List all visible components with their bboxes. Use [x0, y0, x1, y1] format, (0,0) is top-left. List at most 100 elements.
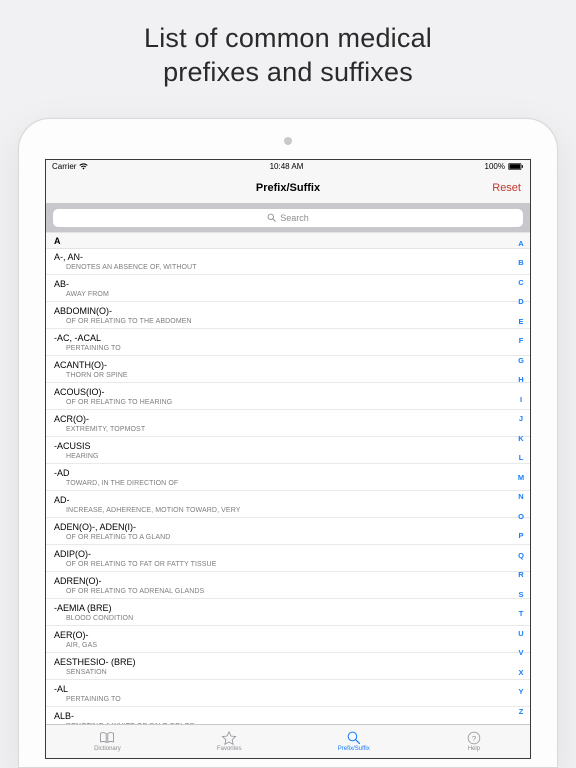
row-term: AER(O)-: [54, 630, 522, 641]
row-definition: DENOTES AN ABSENCE OF, WITHOUT: [66, 264, 522, 272]
battery-pct: 100%: [485, 162, 505, 171]
list-item[interactable]: -ACUSISHEARING: [46, 437, 530, 464]
row-definition: AIR, GAS: [66, 642, 522, 650]
index-letter[interactable]: X: [518, 669, 523, 677]
list-item[interactable]: -ADTOWARD, IN THE DIRECTION OF: [46, 464, 530, 491]
nav-bar: Prefix/Suffix Reset: [46, 174, 530, 204]
row-term: -AL: [54, 684, 522, 695]
search-placeholder: Search: [280, 213, 309, 223]
row-definition: EXTREMITY, TOPMOST: [66, 426, 522, 434]
index-letter[interactable]: Q: [518, 552, 524, 560]
wifi-icon: [79, 163, 88, 170]
search-icon: [346, 731, 362, 745]
index-letter[interactable]: G: [518, 357, 524, 365]
row-definition: HEARING: [66, 453, 522, 461]
tab-favorites[interactable]: Favorites: [217, 731, 242, 752]
index-letter[interactable]: M: [518, 474, 524, 482]
tab-label: Dictionary: [94, 746, 121, 752]
tab-prefix-suffix[interactable]: Prefix/Suffix: [338, 731, 370, 752]
row-definition: OF OR RELATING TO A GLAND: [66, 534, 522, 542]
list-item[interactable]: ALB-DENOTING A WHITE OR PALE COLOR: [46, 707, 530, 723]
device-camera: [284, 137, 292, 145]
index-letter[interactable]: D: [518, 298, 523, 306]
list-item[interactable]: AD-INCREASE, ADHERENCE, MOTION TOWARD, V…: [46, 491, 530, 518]
hero-line1: List of common medical: [144, 23, 432, 53]
index-letter[interactable]: L: [519, 454, 524, 462]
index-letter[interactable]: B: [518, 259, 523, 267]
index-letter[interactable]: N: [518, 493, 523, 501]
device-frame: Carrier 10:48 AM 100% Prefix/Suffix Rese…: [18, 118, 558, 768]
index-letter[interactable]: H: [518, 376, 523, 384]
list-item[interactable]: A-, AN-DENOTES AN ABSENCE OF, WITHOUT: [46, 249, 530, 276]
row-term: ADIP(O)-: [54, 549, 522, 560]
row-definition: PERTAINING TO: [66, 345, 522, 353]
list-item[interactable]: ADEN(O)-, ADEN(I)-OF OR RELATING TO A GL…: [46, 518, 530, 545]
list-item[interactable]: -AEMIA (BRE)BLOOD CONDITION: [46, 599, 530, 626]
row-term: ABDOMIN(O)-: [54, 306, 522, 317]
index-letter[interactable]: U: [518, 630, 523, 638]
index-letter[interactable]: P: [518, 532, 523, 540]
status-bar: Carrier 10:48 AM 100%: [46, 160, 530, 174]
index-letter[interactable]: S: [518, 591, 523, 599]
row-term: AD-: [54, 495, 522, 506]
list-item[interactable]: ACR(O)-EXTREMITY, TOPMOST: [46, 410, 530, 437]
index-letter[interactable]: T: [519, 610, 524, 618]
row-term: AB-: [54, 279, 522, 290]
row-term: ACOUS(IO)-: [54, 387, 522, 398]
tab-dictionary[interactable]: Dictionary: [94, 731, 121, 752]
index-letter[interactable]: K: [518, 435, 523, 443]
navbar-title: Prefix/Suffix: [256, 182, 320, 194]
index-letter[interactable]: J: [519, 415, 523, 423]
reset-button[interactable]: Reset: [492, 182, 521, 194]
status-time: 10:48 AM: [270, 162, 304, 171]
section-index[interactable]: A B C D E F G H I J K L M N O P Q R S T U V X Y Z: [514, 234, 528, 722]
row-definition: THORN OR SPINE: [66, 372, 522, 380]
index-letter[interactable]: F: [519, 337, 524, 345]
hero-line2: prefixes and suffixes: [163, 57, 413, 87]
list-item[interactable]: -ALPERTAINING TO: [46, 680, 530, 707]
row-term: A-, AN-: [54, 252, 522, 263]
list-item[interactable]: AB-AWAY FROM: [46, 275, 530, 302]
index-letter[interactable]: A: [518, 240, 523, 248]
row-definition: OF OR RELATING TO ADRENAL GLANDS: [66, 588, 522, 596]
list-item[interactable]: ADIP(O)-OF OR RELATING TO FAT OR FATTY T…: [46, 545, 530, 572]
list-item[interactable]: AESTHESIO- (BRE)SENSATION: [46, 653, 530, 680]
list-container[interactable]: A A-, AN-DENOTES AN ABSENCE OF, WITHOUTA…: [46, 232, 530, 724]
search-input[interactable]: Search: [53, 209, 523, 227]
carrier-label: Carrier: [52, 162, 76, 171]
index-letter[interactable]: V: [518, 649, 523, 657]
index-letter[interactable]: R: [518, 571, 523, 579]
list-item[interactable]: ABDOMIN(O)-OF OR RELATING TO THE ABDOMEN: [46, 302, 530, 329]
row-definition: OF OR RELATING TO THE ABDOMEN: [66, 318, 522, 326]
index-letter[interactable]: C: [518, 279, 523, 287]
row-definition: BLOOD CONDITION: [66, 615, 522, 623]
list-item[interactable]: ADREN(O)-OF OR RELATING TO ADRENAL GLAND…: [46, 572, 530, 599]
search-bar-container: Search: [46, 204, 530, 232]
tab-bar: Dictionary Favorites Prefix/Suffix ? Hel…: [46, 724, 530, 758]
index-letter[interactable]: I: [520, 396, 522, 404]
list-item[interactable]: -AC, -ACALPERTAINING TO: [46, 329, 530, 356]
row-definition: INCREASE, ADHERENCE, MOTION TOWARD, VERY: [66, 507, 522, 515]
row-definition: DENOTING A WHITE OR PALE COLOR: [66, 723, 522, 724]
row-term: -AC, -ACAL: [54, 333, 522, 344]
list-item[interactable]: ACANTH(O)-THORN OR SPINE: [46, 356, 530, 383]
index-letter[interactable]: Y: [518, 688, 523, 696]
hero-title: List of common medical prefixes and suff…: [144, 22, 432, 90]
row-term: ADREN(O)-: [54, 576, 522, 587]
battery-icon: [508, 163, 524, 170]
row-term: AESTHESIO- (BRE): [54, 657, 522, 668]
help-icon: ?: [466, 731, 482, 745]
tab-help[interactable]: ? Help: [466, 731, 482, 752]
tab-label: Help: [468, 746, 480, 752]
index-letter[interactable]: Z: [519, 708, 524, 716]
list-item[interactable]: AER(O)-AIR, GAS: [46, 626, 530, 653]
row-term: -ACUSIS: [54, 441, 522, 452]
index-letter[interactable]: E: [518, 318, 523, 326]
row-term: ACR(O)-: [54, 414, 522, 425]
list-item[interactable]: ACOUS(IO)-OF OR RELATING TO HEARING: [46, 383, 530, 410]
search-icon: [267, 213, 276, 222]
index-letter[interactable]: O: [518, 513, 524, 521]
row-term: ADEN(O)-, ADEN(I)-: [54, 522, 522, 533]
row-term: -AD: [54, 468, 522, 479]
row-definition: SENSATION: [66, 669, 522, 677]
